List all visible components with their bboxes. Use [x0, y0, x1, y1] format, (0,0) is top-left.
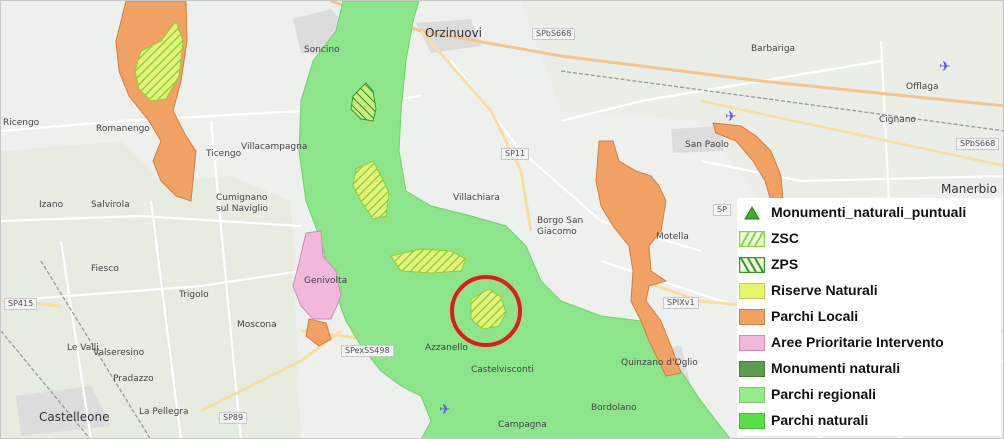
town-label-moscona: Moscona	[237, 320, 277, 330]
legend-item-monumenti-puntuali: Monumenti_naturali_puntuali	[737, 202, 1001, 224]
town-label-castelvisconti: Castelvisconti	[471, 365, 534, 375]
pink-swatch-icon	[739, 335, 765, 351]
town-label-bordolano: Bordolano	[591, 403, 637, 413]
yellow-swatch-icon	[739, 283, 765, 299]
triangle-icon	[744, 206, 760, 220]
back-hatch-swatch-icon	[739, 257, 765, 273]
legend-label: ZPS	[771, 256, 799, 272]
town-label-valseresino: Valseresino	[93, 348, 145, 358]
legend-label: Monumenti naturali	[771, 360, 901, 376]
legend-label: Aree Prioritarie Intervento	[771, 334, 944, 350]
map-legend: Monumenti_naturali_puntuali ZSC ZPS Rise…	[737, 198, 1001, 436]
legend-label: ZSC	[771, 230, 799, 246]
town-label-offlaga: Offlaga	[906, 82, 939, 92]
forward-hatch-swatch-icon	[739, 231, 765, 247]
legend-item-monumenti-naturali: Monumenti naturali	[737, 358, 1001, 380]
town-label-salvirola: Salvirola	[91, 200, 130, 210]
town-label-orzinuovi: Orzinuovi	[425, 26, 482, 40]
legend-label: Monumenti_naturali_puntuali	[771, 204, 967, 220]
legend-label: Riserve Naturali	[771, 282, 878, 298]
light-green-swatch-icon	[739, 387, 765, 403]
legend-item-zsc: ZSC	[737, 228, 1001, 250]
town-label-villachiara: Villachiara	[453, 193, 500, 203]
legend-item-parchi-naturali: Parchi naturali	[737, 410, 1001, 432]
legend-item-aree-prioritarie: Aree Prioritarie Intervento	[737, 332, 1001, 354]
svg-text:✈: ✈	[939, 59, 951, 75]
legend-item-parchi-locali: Parchi Locali	[737, 306, 1001, 328]
road-label-spexss498: SPexSS498	[341, 345, 394, 357]
town-label-villacampagna: Villacampagna	[241, 142, 308, 152]
legend-item-riserve: Riserve Naturali	[737, 280, 1001, 302]
town-label-le-valli: Le Valli	[67, 343, 99, 353]
road-label-spixv1: SPIXv1	[663, 297, 699, 309]
town-label-campagna: Campagna	[498, 420, 547, 430]
svg-text:✈: ✈	[725, 109, 737, 125]
legend-label: Parchi regionali	[771, 386, 877, 402]
town-label-romanengo: Romanengo	[96, 124, 150, 134]
town-label-cumignano: Cumignano sul Naviglio	[216, 193, 269, 215]
town-label-pradazzo: Pradazzo	[113, 374, 154, 384]
town-label-la-pellegra: La Pellegra	[139, 407, 189, 417]
town-label-genivolta: Genivolta	[304, 276, 348, 286]
road-label-spbs668-east: SPbS668	[956, 138, 1000, 150]
town-label-quinzano: Quinzano d'Oglio	[621, 358, 698, 368]
town-label-manerbio: Manerbio	[941, 182, 997, 196]
green-swatch-icon	[739, 413, 765, 429]
town-label-motella: Motella	[656, 232, 689, 242]
legend-label: Parchi naturali	[771, 412, 869, 428]
map-frame: ✈ ✈ ✈ Soncino Orzinuovi Barbariga Offlag…	[0, 0, 1004, 439]
town-label-ticengo: Ticengo	[206, 149, 242, 159]
orange-swatch-icon	[739, 309, 765, 325]
town-label-ricengo: Ricengo	[3, 118, 40, 128]
legend-item-zps: ZPS	[737, 254, 1001, 276]
town-label-soncino: Soncino	[304, 45, 340, 55]
town-label-borgo-san-giacomo: Borgo San Giacomo	[537, 216, 584, 237]
road-label-sp11: SP11	[501, 148, 530, 160]
town-label-barbariga: Barbariga	[751, 44, 796, 54]
town-label-castelleone: Castelleone	[39, 410, 110, 424]
svg-text:✈: ✈	[439, 402, 451, 418]
town-label-azzanello: Azzanello	[425, 343, 468, 353]
town-label-san-paolo: San Paolo	[685, 140, 729, 150]
road-label-sp6s668: SPbS668	[532, 28, 576, 40]
town-label-fiesco: Fiesco	[91, 264, 119, 274]
road-label-sp415: SP415	[4, 298, 38, 310]
road-label-sp-partial: SP	[713, 204, 731, 216]
town-label-izano: Izano	[39, 200, 64, 210]
legend-item-parchi-regionali: Parchi regionali	[737, 384, 1001, 406]
legend-label: Parchi Locali	[771, 308, 859, 324]
dark-green-swatch-icon	[739, 361, 765, 377]
town-label-cignano: Cignano	[879, 115, 916, 125]
town-label-trigolo: Trigolo	[179, 290, 209, 300]
road-label-sp9: SP89	[219, 412, 248, 424]
